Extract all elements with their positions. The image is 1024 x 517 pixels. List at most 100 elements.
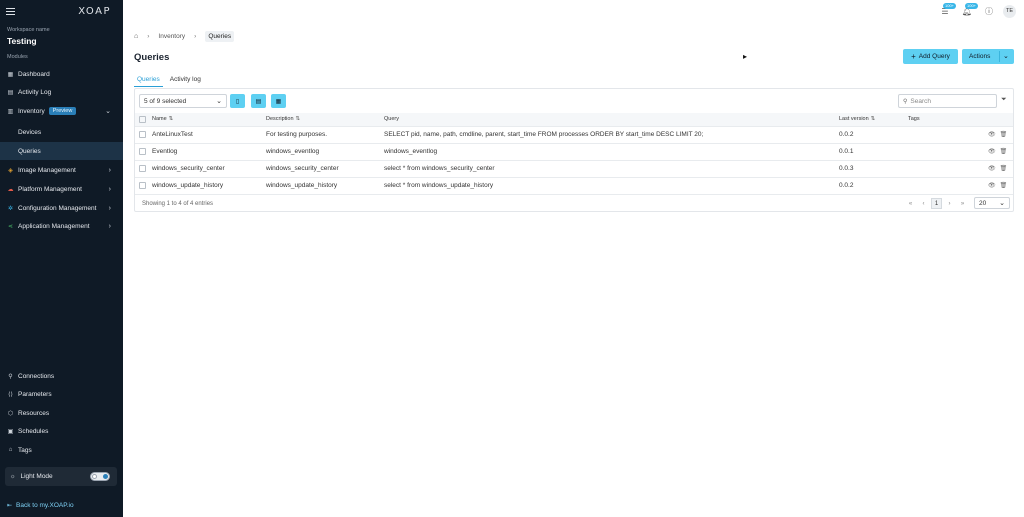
workspace-name[interactable]: Testing: [7, 36, 37, 46]
schedules-icon: ▣: [7, 428, 14, 435]
logo[interactable]: XOAP: [78, 6, 111, 17]
preview-badge: Preview: [48, 107, 77, 115]
back-link[interactable]: ⇤ Back to my.XOAP.io: [7, 502, 74, 509]
select-all-checkbox[interactable]: [139, 115, 146, 123]
cell-description: windows_eventlog: [266, 143, 384, 161]
trash-icon[interactable]: 🗑︎: [1000, 132, 1008, 138]
chevron-right-icon: ›: [194, 33, 197, 40]
table-header-row: Name ⇅ Description ⇅ Query Last version ⇅ T…: [135, 113, 1013, 127]
actions-label: Actions: [969, 53, 991, 60]
tasks-icon[interactable]: ☰ 100+: [939, 3, 957, 17]
divider: [999, 51, 1000, 62]
prev-page-icon[interactable]: ‹: [918, 198, 929, 209]
eye-icon[interactable]: 👁︎: [988, 149, 996, 155]
cell-query: select * from windows_update_history: [384, 177, 839, 195]
bell-icon[interactable]: 🔔︎ 100+: [961, 3, 979, 17]
sidebar-item-configuration-management[interactable]: ✲ Configuration Management ›: [0, 199, 123, 217]
chevron-down-icon: ⌄: [999, 200, 1005, 207]
cell-tags: [908, 126, 988, 144]
cell-version: 0.0.2: [839, 126, 908, 144]
workspace-label: Workspace name: [7, 27, 50, 33]
cell-query: select * from windows_security_center: [384, 160, 839, 178]
cell-description: windows_update_history: [266, 177, 384, 195]
trash-icon[interactable]: 🗑︎: [1000, 166, 1008, 172]
row-checkbox[interactable]: [139, 130, 146, 138]
sidebar-item-parameters[interactable]: ⟨⟩ Parameters: [0, 385, 123, 403]
cell-tags: [908, 143, 988, 161]
config-icon: ✲: [7, 205, 14, 212]
spreadsheet-icon: ▦: [275, 98, 282, 105]
help-icon[interactable]: ⓘ: [983, 5, 995, 17]
topbar: ☰ 100+ 🔔︎ 100+ ⓘ TE: [929, 3, 1016, 19]
table-row[interactable]: Eventlog windows_eventlog windows_eventl…: [135, 143, 1013, 161]
eye-icon[interactable]: 👁︎: [988, 132, 996, 138]
table-row[interactable]: windows_update_history windows_update_hi…: [135, 177, 1013, 195]
add-query-button[interactable]: + Add Query: [903, 49, 958, 64]
row-checkbox[interactable]: [139, 147, 146, 155]
back-arrow-icon: ⇤: [7, 503, 13, 509]
home-icon[interactable]: ⌂: [134, 33, 138, 40]
light-mode-label: Light Mode: [20, 473, 53, 480]
header-query: Query: [384, 113, 839, 127]
first-page-icon[interactable]: «: [905, 198, 916, 209]
sidebar-item-activity-log[interactable]: ▤ Activity Log: [0, 83, 123, 101]
last-page-icon[interactable]: »: [957, 198, 968, 209]
export-csv-button[interactable]: ▯: [230, 94, 245, 108]
cell-version: 0.0.1: [839, 143, 908, 161]
row-checkbox[interactable]: [139, 181, 146, 189]
export-pdf-button[interactable]: ▤: [251, 94, 266, 108]
sidebar-item-tags[interactable]: ⌂ Tags: [0, 441, 123, 459]
page-size-value: 20: [979, 199, 987, 207]
eye-icon[interactable]: 👁︎: [988, 166, 996, 172]
sidebar-item-inventory[interactable]: ▥ Inventory Preview ⌄: [0, 102, 123, 120]
breadcrumb-inventory[interactable]: Inventory: [158, 33, 185, 40]
sidebar-item-schedules[interactable]: ▣ Schedules: [0, 422, 123, 440]
columns-select-value: 5 of 9 selected: [144, 97, 187, 105]
header-name[interactable]: Name ⇅: [152, 113, 266, 127]
sidebar-item-label: Image Management: [18, 166, 76, 174]
trash-icon[interactable]: 🗑︎: [1000, 183, 1008, 189]
avatar[interactable]: TE: [1003, 4, 1016, 18]
export-excel-button[interactable]: ▦: [271, 94, 286, 108]
columns-select[interactable]: 5 of 9 selected ⌄: [139, 94, 227, 108]
sidebar-item-queries[interactable]: Queries: [0, 142, 123, 160]
search-input[interactable]: ⚲ Search: [898, 94, 997, 108]
modules-label: Modules: [7, 54, 28, 60]
eye-icon[interactable]: 👁︎: [988, 183, 996, 189]
sidebar-item-application-management[interactable]: ⋖ Application Management ›: [0, 217, 123, 235]
header-last-version[interactable]: Last version ⇅: [839, 113, 908, 127]
row-checkbox[interactable]: [139, 164, 146, 172]
toggle-indicator: [103, 474, 108, 479]
tab-activity-log[interactable]: Activity log: [167, 74, 204, 87]
table-row[interactable]: AnteLinuxTest For testing purposes. SELE…: [135, 126, 1013, 144]
search-icon: ⚲: [903, 98, 908, 105]
page-number[interactable]: 1: [931, 198, 942, 209]
sidebar-item-label: Dashboard: [18, 70, 50, 78]
sidebar-item-connections[interactable]: ⚲ Connections: [0, 367, 123, 385]
header-actions: [988, 113, 1013, 127]
connections-icon: ⚲: [8, 373, 13, 380]
trash-icon[interactable]: 🗑︎: [1000, 149, 1008, 155]
tabs: Queries Activity log: [134, 74, 208, 87]
sidebar-item-image-management[interactable]: ◈ Image Management ›: [0, 161, 123, 179]
table-row[interactable]: windows_security_center windows_security…: [135, 160, 1013, 178]
sidebar-item-resources[interactable]: ⬡ Resources: [0, 404, 123, 422]
chevron-down-icon: ⌄: [105, 108, 111, 115]
light-mode-toggle[interactable]: [90, 472, 110, 481]
dashboard-icon: ▦: [7, 71, 14, 78]
next-page-icon[interactable]: ›: [944, 198, 955, 209]
sidebar-item-label: Inventory: [18, 107, 45, 115]
header-description[interactable]: Description ⇅: [266, 113, 384, 127]
filter-icon[interactable]: ⏷: [1001, 96, 1007, 104]
cell-name: windows_security_center: [152, 160, 266, 178]
sidebar-item-devices[interactable]: Devices: [0, 123, 123, 141]
sidebar-item-dashboard[interactable]: ▦ Dashboard: [0, 65, 123, 83]
parameters-icon: ⟨⟩: [8, 391, 13, 398]
file-icon: ▯: [235, 98, 240, 105]
menu-icon[interactable]: [6, 7, 15, 15]
tab-queries[interactable]: Queries: [134, 74, 163, 87]
page-size-select[interactable]: 20 ⌄: [974, 197, 1010, 209]
sidebar-item-platform-management[interactable]: ☁ Platform Management ›: [0, 180, 123, 198]
cell-version: 0.0.2: [839, 177, 908, 195]
actions-button[interactable]: Actions ⌄: [962, 49, 1014, 64]
